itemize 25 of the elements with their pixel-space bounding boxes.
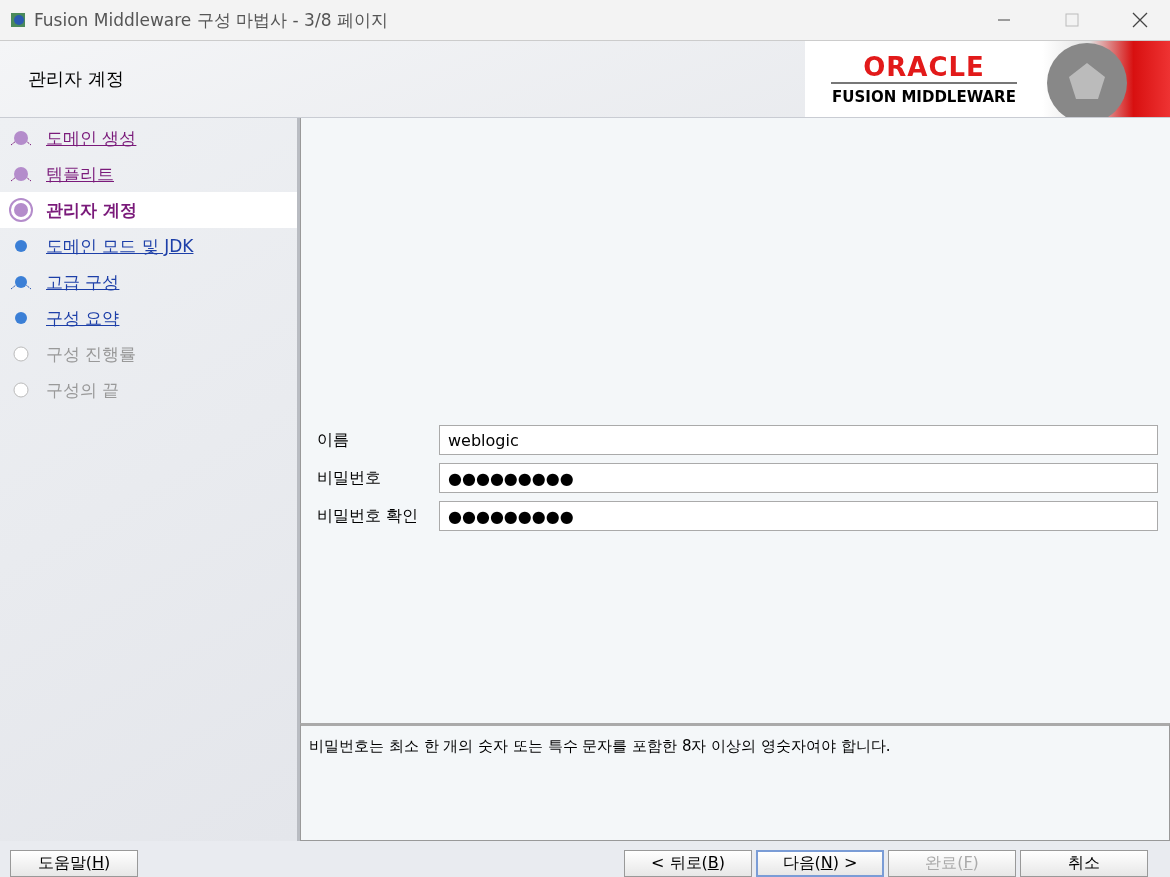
field-label: 비밀번호 확인	[317, 505, 420, 527]
text-field[interactable]: ●●●●●●●●●	[439, 501, 1158, 531]
pentagon-emblem-icon	[1045, 41, 1129, 117]
brand-text: ORACLE	[831, 52, 1017, 84]
step-label: 관리자 계정	[46, 198, 137, 222]
step-link[interactable]: 도메인 모드 및 JDK	[46, 234, 194, 258]
wizard-button[interactable]: 취소	[1020, 849, 1148, 877]
step-link[interactable]: 도메인 생성	[46, 126, 137, 150]
text-field[interactable]: weblogic	[439, 425, 1158, 455]
window-title: Fusion Middleware 구성 마법사 - 3/8 페이지	[34, 8, 389, 32]
step-link[interactable]: 구성 요약	[46, 306, 120, 330]
field-label: 이름	[317, 429, 350, 451]
help-button[interactable]: 도움말(H)	[10, 849, 138, 877]
message-text: 비밀번호는 최소 한 개의 숫자 또는 특수 문자를 포함한 8자 이상의 영숫자여야 합니다.	[309, 737, 891, 755]
app-globe-icon	[10, 12, 26, 28]
page-title: 관리자 계정	[27, 67, 125, 91]
wizard-button[interactable]: 다음(N) >	[756, 849, 884, 877]
step-label: 구성의 끝	[46, 378, 120, 402]
field-label: 비밀번호	[317, 467, 382, 489]
product-text: FUSION MIDDLEWARE	[832, 88, 1016, 106]
step-label: 구성 진행률	[46, 342, 137, 366]
step-link[interactable]: 고급 구성	[46, 270, 120, 294]
wizard-button[interactable]: < 뒤로(B)	[624, 849, 752, 877]
step-link[interactable]: 템플리트	[46, 162, 114, 186]
text-field[interactable]: ●●●●●●●●●	[439, 463, 1158, 493]
